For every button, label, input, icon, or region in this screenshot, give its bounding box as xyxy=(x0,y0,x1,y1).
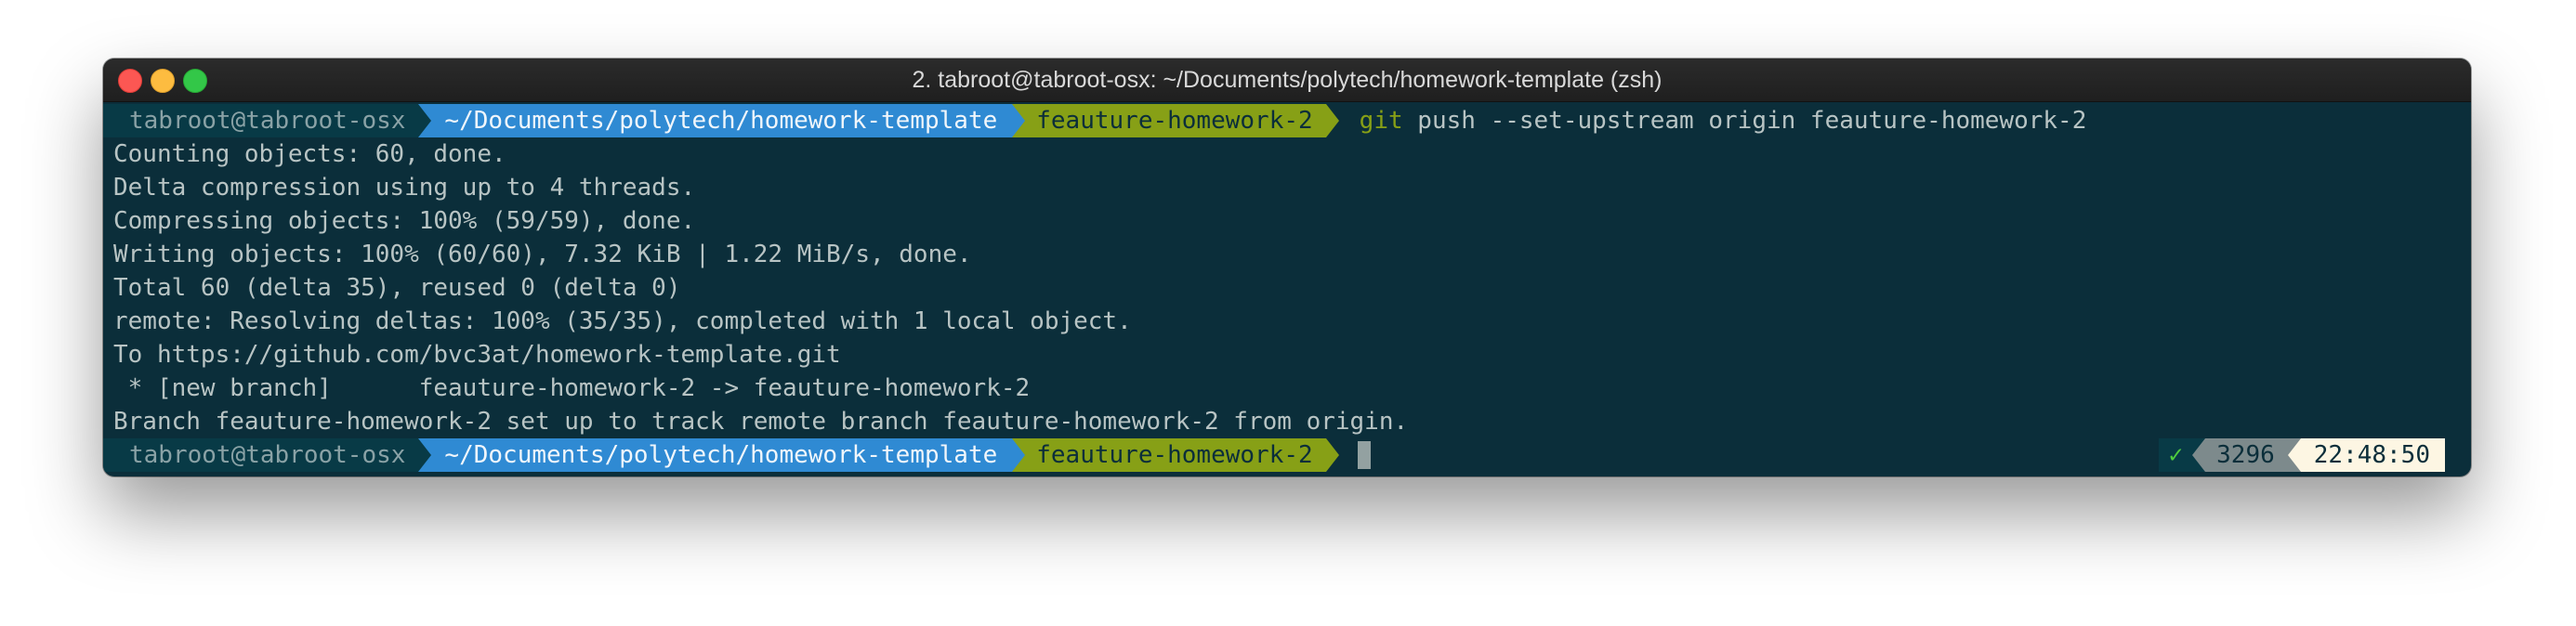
output-line: Total 60 (delta 35), reused 0 (delta 0) xyxy=(113,274,681,302)
output-line: Delta compression using up to 4 threads. xyxy=(113,174,696,202)
prompt-directory-segment: ~/Documents/polytech/homework-template xyxy=(431,438,1013,472)
segment-separator-icon xyxy=(2192,438,2206,472)
terminal-content[interactable]: tabroot@tabroot-osx ~/Documents/polytech… xyxy=(103,102,2471,472)
segment-separator-icon xyxy=(418,104,432,137)
output-line: * [new branch] feauture-homework-2 -> fe… xyxy=(113,374,1031,402)
text-cursor[interactable] xyxy=(1357,441,1371,469)
segment-separator-icon xyxy=(1325,438,1339,472)
segment-separator-icon xyxy=(1012,104,1026,137)
prompt-line-command: tabroot@tabroot-osx ~/Documents/polytech… xyxy=(103,104,2471,137)
prompt-branch-name: feauture-homework-2 xyxy=(1036,107,1313,135)
history-number: 3296 xyxy=(2205,438,2288,472)
prompt-line-current[interactable]: tabroot@tabroot-osx ~/Documents/polytech… xyxy=(103,438,2471,472)
prompt-branch-name: feauture-homework-2 xyxy=(1036,441,1313,469)
segment-separator-icon xyxy=(2287,438,2301,472)
right-prompt: ✓ 3296 22:48:50 xyxy=(2159,438,2445,472)
output-line: Writing objects: 100% (60/60), 7.32 KiB … xyxy=(113,241,972,268)
prompt-user-segment: tabroot@tabroot-osx xyxy=(103,104,419,137)
prompt-user-segment: tabroot@tabroot-osx xyxy=(103,438,419,472)
output-line: To https://github.com/bvc3at/homework-te… xyxy=(113,341,841,369)
output-line: remote: Resolving deltas: 100% (35/35), … xyxy=(113,307,1132,335)
prompt-git-segment: feauture-homework-2 xyxy=(1025,104,1326,137)
output-line: Counting objects: 60, done. xyxy=(113,140,506,168)
output-line: Compressing objects: 100% (59/59), done. xyxy=(113,207,696,235)
segment-separator-icon xyxy=(418,438,432,472)
command-args: push --set-upstream origin feauture-home… xyxy=(1417,107,2087,135)
title-bar[interactable]: 2. tabroot@tabroot-osx: ~/Documents/poly… xyxy=(103,59,2471,102)
segment-separator-icon xyxy=(1325,104,1339,137)
segment-separator-icon xyxy=(1012,438,1026,472)
prompt-time: 22:48:50 xyxy=(2300,438,2445,472)
output-line: Branch feauture-homework-2 set up to tra… xyxy=(113,408,1409,436)
command-text: git push --set-upstream origin feauture-… xyxy=(1339,104,2087,137)
command-program: git xyxy=(1359,107,1403,135)
status-ok-icon: ✓ xyxy=(2159,438,2193,472)
terminal-window: 2. tabroot@tabroot-osx: ~/Documents/poly… xyxy=(103,59,2471,476)
prompt-git-segment: feauture-homework-2 xyxy=(1025,438,1326,472)
prompt-directory-segment: ~/Documents/polytech/homework-template xyxy=(431,104,1013,137)
window-title: 2. tabroot@tabroot-osx: ~/Documents/poly… xyxy=(912,67,1663,93)
